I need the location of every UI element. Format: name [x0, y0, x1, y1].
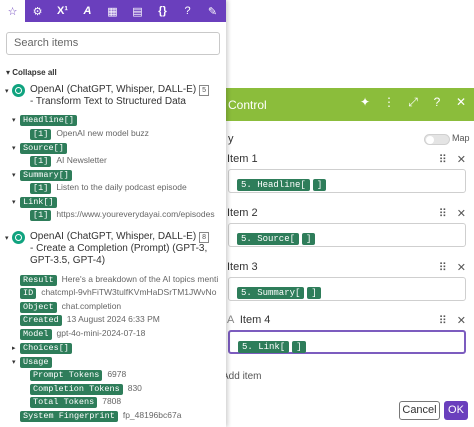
array-item-2: Item 2 ⠿ ✕ 5. Source[]: [218, 207, 474, 255]
tab-math[interactable]: X¹: [50, 0, 75, 22]
tree-item-source[interactable]: ▾ Source[]: [12, 141, 72, 155]
tree-item-summary-1[interactable]: [1] Listen to the daily podcast episode: [30, 181, 187, 195]
gear-icon: ⚙: [32, 5, 43, 18]
openai-icon: [12, 231, 25, 244]
drag-handle-icon[interactable]: ⠿: [439, 207, 447, 220]
module-badge: 8: [199, 232, 210, 243]
tab-text[interactable]: A: [75, 0, 100, 22]
tree-item-link-1[interactable]: [1] https://www.youreverydayai.com/episod…: [30, 208, 215, 222]
module-badge: 5: [199, 85, 210, 96]
tree-item-system-fingerprint[interactable]: System Fingerprint fp_48196bc67a: [20, 409, 181, 423]
type-prefix: A: [227, 314, 234, 326]
openai-icon: [12, 84, 25, 97]
tree-item-object[interactable]: Object chat.completion: [20, 300, 121, 314]
tree-item-headline-1[interactable]: [1] OpenAI new model buzz: [30, 127, 149, 141]
tab-json[interactable]: {}: [150, 0, 175, 22]
calendar-icon: ▦: [107, 5, 118, 18]
array-item-4: A Item 4 ⠿ ✕ 5. Link[]: [218, 314, 474, 362]
map-toggle[interactable]: [424, 134, 450, 145]
module-2-subtitle-2: GPT-3.5, GPT-4): [30, 255, 106, 266]
tree-item-prompt-tokens[interactable]: Prompt Tokens 6978: [30, 368, 126, 382]
tab-settings[interactable]: ⚙: [25, 0, 50, 22]
tree-item-created[interactable]: Created 13 August 2024 6:33 PM: [20, 313, 160, 327]
module-1-title[interactable]: OpenAI (ChatGPT, Whisper, DALL-E) 5: [30, 84, 210, 96]
help-icon: ?: [184, 5, 191, 17]
tree-item-summary[interactable]: ▾ Summary[]: [12, 168, 77, 182]
item-1-field[interactable]: 5. Headline[]: [228, 169, 466, 193]
array-item-1: Item 1 ⠿ ✕ 5. Headline[]: [218, 153, 474, 201]
panel-header-icons: ✦ ⋮ ⤢ ? ✕: [358, 95, 468, 110]
braces-icon: {}: [158, 5, 167, 17]
mapped-token-close[interactable]: ]: [292, 341, 306, 353]
mapped-token[interactable]: 5. Headline[: [237, 179, 310, 191]
mapped-token[interactable]: 5. Source[: [237, 233, 300, 245]
tab-array[interactable]: ▤: [125, 0, 150, 22]
help-icon[interactable]: ?: [430, 95, 444, 110]
remove-item-icon[interactable]: ✕: [457, 261, 466, 274]
mapping-tabbar: ☆ ⚙ X¹ A ▦ ▤ {} ? ✎: [0, 0, 226, 22]
drag-handle-icon[interactable]: ⠿: [439, 314, 447, 327]
item-2-field[interactable]: 5. Source[]: [228, 223, 466, 247]
tab-star[interactable]: ☆: [0, 0, 25, 22]
tab-date[interactable]: ▦: [100, 0, 125, 22]
tree-item-usage[interactable]: ▾ Usage: [12, 355, 57, 369]
array-item-3: Item 3 ⠿ ✕ 5. Summary[]: [218, 261, 474, 309]
tab-help[interactable]: ?: [175, 0, 200, 22]
mapped-token-close[interactable]: ]: [312, 179, 327, 191]
collapse-all-toggle[interactable]: ▾ Collapse all: [6, 68, 57, 77]
drag-handle-icon[interactable]: ⠿: [439, 153, 447, 166]
remove-item-icon[interactable]: ✕: [457, 153, 466, 166]
item-label: Item 1: [227, 153, 258, 165]
tree-item-total-tokens[interactable]: Total Tokens 7808: [30, 395, 121, 409]
edit-icon: ✎: [207, 5, 218, 18]
more-options-icon[interactable]: ⋮: [382, 95, 396, 110]
item-label: Item 2: [227, 207, 258, 219]
math-icon: X¹: [57, 5, 68, 17]
map-row: y Map: [228, 133, 474, 147]
item-label: A Item 4: [227, 314, 271, 326]
tree-item-result[interactable]: Result Here's a breakdown of the AI topic…: [20, 273, 218, 287]
drag-handle-icon[interactable]: ⠿: [439, 261, 447, 274]
search-input[interactable]: Search items: [6, 32, 220, 55]
item-3-field[interactable]: 5. Summary[]: [228, 277, 466, 301]
tree-item-model[interactable]: Model gpt-4o-mini-2024-07-18: [20, 327, 145, 341]
cancel-button[interactable]: Cancel: [399, 401, 440, 420]
tree-item-source-1[interactable]: [1] AI Newsletter: [30, 154, 107, 168]
tree-item-id[interactable]: ID chatcmpl-9vhFiTW3tulfKVmHaDSrTM1JWvNo: [20, 286, 216, 300]
close-icon[interactable]: ✕: [454, 95, 468, 110]
module-1-subtitle: - Transform Text to Structured Data: [30, 96, 186, 107]
ok-button[interactable]: OK: [444, 401, 468, 420]
module-2-title[interactable]: OpenAI (ChatGPT, Whisper, DALL-E) 8: [30, 231, 210, 243]
mapped-token-close[interactable]: ]: [307, 287, 321, 299]
remove-item-icon[interactable]: ✕: [457, 314, 466, 327]
tree-item-completion-tokens[interactable]: Completion Tokens 830: [30, 382, 142, 396]
tree-item-link[interactable]: ▾ Link[]: [12, 195, 62, 209]
item-label: Item 3: [227, 261, 258, 273]
add-item-button[interactable]: Add item: [222, 371, 261, 382]
item-4-field[interactable]: 5. Link[]: [228, 330, 466, 354]
module-2-subtitle: - Create a Completion (Prompt) (GPT-3,: [30, 243, 208, 254]
mapped-token[interactable]: 5. Summary[: [237, 287, 305, 299]
magic-icon[interactable]: ✦: [358, 95, 372, 110]
remove-item-icon[interactable]: ✕: [457, 207, 466, 220]
tree-item-choices[interactable]: ▸ Choices[]: [12, 341, 77, 355]
tree-item-headline[interactable]: ▾ Headline[]: [12, 113, 82, 127]
text-icon: A: [83, 5, 92, 17]
tab-edit[interactable]: ✎: [200, 0, 225, 22]
panel-title: Control: [228, 98, 267, 112]
star-icon: ☆: [7, 5, 18, 18]
mapped-token[interactable]: 5. Link[: [238, 341, 290, 353]
table-icon: ▤: [132, 5, 143, 18]
mapping-panel: ☆ ⚙ X¹ A ▦ ▤ {} ? ✎ Search items ▾ Colla…: [0, 0, 226, 427]
map-row-label: y: [228, 133, 234, 145]
map-label: Map: [452, 133, 470, 143]
mapped-token-close[interactable]: ]: [302, 233, 316, 245]
expand-icon[interactable]: ⤢: [406, 95, 420, 110]
